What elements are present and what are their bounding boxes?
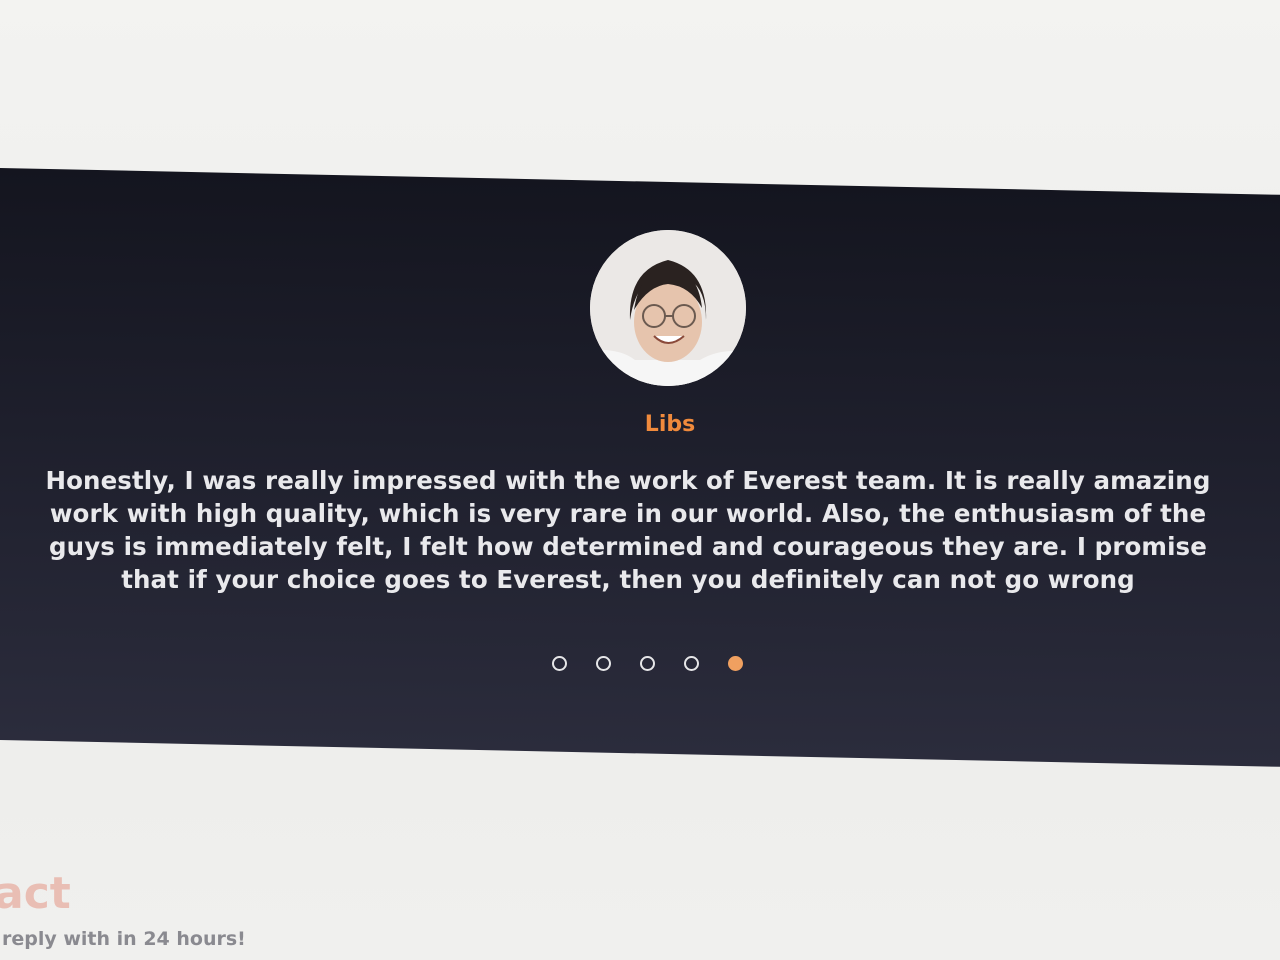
carousel-dot-3[interactable]: [640, 656, 655, 671]
carousel-dot-4[interactable]: [684, 656, 699, 671]
testimonial-quote: Honestly, I was really impressed with th…: [45, 466, 1211, 594]
avatar: [590, 230, 746, 386]
carousel-dot-5-active[interactable]: [728, 656, 743, 671]
carousel-dot-1[interactable]: [552, 656, 567, 671]
contact-subtitle: reply with in 24 hours!: [2, 928, 246, 950]
testimonial-section: Libs Honestly, I was really impressed wi…: [0, 168, 1280, 728]
testimonial-author-name: Libs: [644, 412, 696, 437]
carousel-dot-2[interactable]: [596, 656, 611, 671]
carousel-pagination: [552, 656, 743, 671]
contact-heading: act: [0, 868, 71, 919]
page: Libs Honestly, I was really impressed wi…: [0, 0, 1280, 960]
